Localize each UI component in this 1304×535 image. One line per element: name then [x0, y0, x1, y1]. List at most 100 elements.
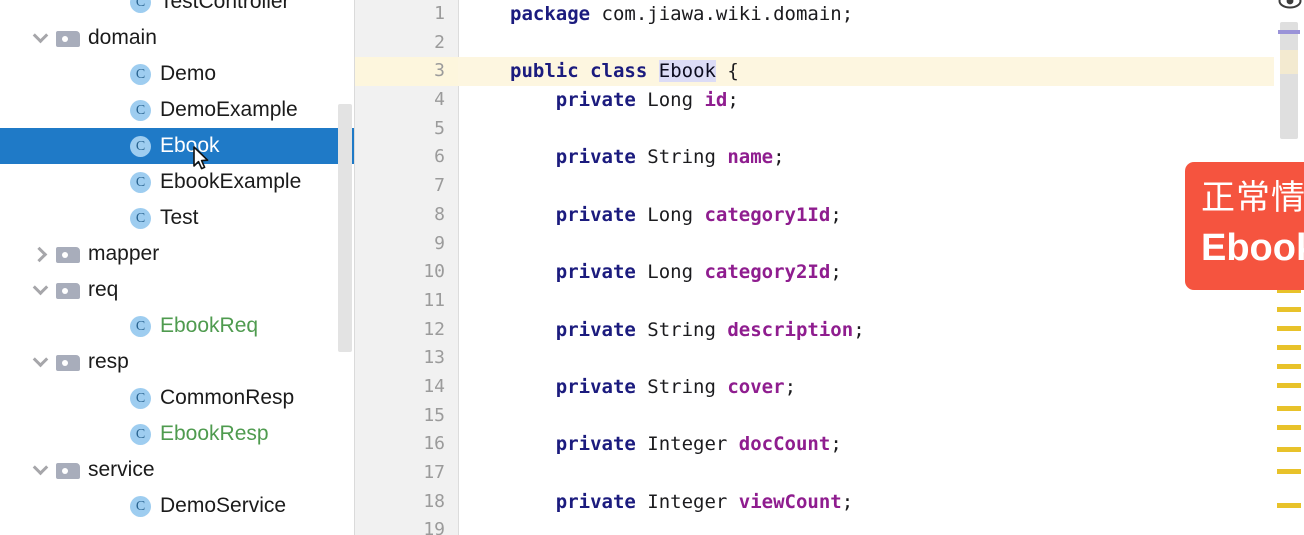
annotation-line-1: 正常情况: [1201, 178, 1304, 218]
chevron-placeholder: [102, 488, 128, 524]
warning-marker[interactable]: [1277, 383, 1301, 388]
code-line-9[interactable]: 9: [355, 230, 1304, 259]
chevron-right-icon[interactable]: [28, 236, 54, 272]
warning-marker[interactable]: [1277, 447, 1301, 452]
warning-marker[interactable]: [1277, 425, 1301, 430]
line-number: 15: [423, 404, 445, 426]
tree-row-ebookresp[interactable]: C EbookResp: [0, 416, 355, 452]
annotation-line-2: EbookResp=Ebook: [1201, 227, 1304, 269]
code-line-6[interactable]: 6 private String name;: [355, 143, 1304, 172]
line-text[interactable]: private String name;: [458, 143, 1304, 172]
code-content[interactable]: 1 package com.jiawa.wiki.domain; 2 3 public …: [355, 0, 1304, 535]
code-token: category1Id: [704, 203, 831, 226]
line-text[interactable]: [458, 230, 1304, 259]
chevron-down-icon[interactable]: [28, 272, 54, 308]
java-class-icon: C: [128, 200, 156, 236]
code-token: String: [635, 146, 728, 169]
code-line-5[interactable]: 5: [355, 115, 1304, 144]
line-text[interactable]: private String description;: [458, 316, 1304, 345]
line-text[interactable]: [458, 29, 1304, 58]
warning-marker[interactable]: [1277, 307, 1301, 312]
tree-row-ebookreq[interactable]: C EbookReq: [0, 308, 355, 344]
java-class-icon: C: [128, 0, 156, 20]
annotation-callout: 正常情况 EbookResp=Ebook: [1185, 162, 1304, 290]
tree-row-demo[interactable]: C Demo: [0, 56, 355, 92]
code-token: private: [555, 318, 636, 341]
line-text[interactable]: [458, 115, 1304, 144]
warning-marker[interactable]: [1277, 326, 1301, 331]
code-line-1[interactable]: 1 package com.jiawa.wiki.domain;: [355, 0, 1304, 29]
line-text[interactable]: [458, 172, 1304, 201]
line-text[interactable]: private Integer viewCount;: [458, 488, 1304, 517]
code-line-3[interactable]: 3 public class Ebook {: [355, 57, 1304, 87]
code-line-14[interactable]: 14 private String cover;: [355, 373, 1304, 402]
line-text[interactable]: package com.jiawa.wiki.domain;: [458, 0, 1304, 29]
java-class-icon: C: [128, 128, 156, 164]
code-token: private: [555, 146, 636, 169]
code-editor[interactable]: 1 package com.jiawa.wiki.domain; 2 3 public …: [355, 0, 1304, 535]
line-text[interactable]: [458, 516, 1304, 535]
tree-row-service[interactable]: service: [0, 452, 355, 488]
code-line-15[interactable]: 15: [355, 402, 1304, 431]
code-token: String: [635, 318, 728, 341]
tree-row-req[interactable]: req: [0, 272, 355, 308]
code-line-11[interactable]: 11: [355, 287, 1304, 316]
line-number: 12: [423, 318, 445, 340]
warning-marker[interactable]: [1277, 503, 1301, 508]
java-class-icon: C: [128, 92, 156, 128]
line-text[interactable]: [458, 287, 1304, 316]
project-tree[interactable]: C TestController domain C Demo C DemoExample C E…: [0, 0, 355, 524]
code-line-19[interactable]: 19: [355, 516, 1304, 535]
chevron-down-icon[interactable]: [28, 20, 54, 56]
code-token: {: [715, 60, 739, 83]
tree-row-ebookexample[interactable]: C EbookExample: [0, 164, 355, 200]
warning-marker[interactable]: [1277, 406, 1301, 411]
code-token: Integer: [635, 433, 739, 456]
project-tree-panel[interactable]: C TestController domain C Demo C DemoExample C E…: [0, 0, 355, 535]
tree-row-label: Test: [160, 206, 199, 229]
line-text[interactable]: [458, 344, 1304, 373]
code-line-10[interactable]: 10 private Long category2Id;: [355, 258, 1304, 287]
tree-row-mapper[interactable]: mapper: [0, 236, 355, 272]
warning-marker[interactable]: [1277, 364, 1301, 369]
code-line-8[interactable]: 8 private Long category1Id;: [355, 201, 1304, 230]
code-line-16[interactable]: 16 private Integer docCount;: [355, 430, 1304, 459]
code-token: ;: [773, 146, 785, 169]
tree-row-demoservice[interactable]: C DemoService: [0, 488, 355, 524]
line-text[interactable]: [458, 459, 1304, 488]
line-text[interactable]: public class Ebook {: [458, 57, 1304, 87]
line-text[interactable]: private Long id;: [458, 86, 1304, 115]
warning-marker[interactable]: [1277, 469, 1301, 474]
tree-row-label: domain: [88, 26, 157, 49]
warning-marker[interactable]: [1277, 345, 1301, 350]
code-line-7[interactable]: 7: [355, 172, 1304, 201]
code-line-13[interactable]: 13: [355, 344, 1304, 373]
line-text[interactable]: private Integer docCount;: [458, 430, 1304, 459]
line-text[interactable]: private Long category2Id;: [458, 258, 1304, 287]
tree-row-test[interactable]: C Test: [0, 200, 355, 236]
package-icon: [54, 20, 84, 56]
line-text[interactable]: private Long category1Id;: [458, 201, 1304, 230]
chevron-down-icon[interactable]: [28, 344, 54, 380]
tree-row-domain[interactable]: domain: [0, 20, 355, 56]
code-line-17[interactable]: 17: [355, 459, 1304, 488]
tree-row-ebook[interactable]: C Ebook: [0, 128, 355, 164]
tree-row-demoexample[interactable]: C DemoExample: [0, 92, 355, 128]
line-text[interactable]: private String cover;: [458, 373, 1304, 402]
code-token: ;: [830, 433, 842, 456]
line-number: 18: [423, 490, 445, 512]
code-line-2[interactable]: 2: [355, 29, 1304, 58]
code-line-12[interactable]: 12 private String description;: [355, 316, 1304, 345]
code-token: private: [555, 89, 636, 112]
tree-row-label: DemoExample: [160, 98, 298, 121]
code-line-18[interactable]: 18 private Integer viewCount;: [355, 488, 1304, 517]
inspection-eye-icon[interactable]: [1278, 0, 1302, 13]
sidebar-scrollbar-thumb[interactable]: [338, 104, 352, 352]
tree-row-resp[interactable]: resp: [0, 344, 355, 380]
chevron-down-icon[interactable]: [28, 452, 54, 488]
line-text[interactable]: [458, 402, 1304, 431]
editor-scrollbar-thumb[interactable]: [1278, 22, 1300, 139]
tree-row-testcontroller[interactable]: C TestController: [0, 0, 355, 20]
tree-row-commonresp[interactable]: C CommonResp: [0, 380, 355, 416]
code-line-4[interactable]: 4 private Long id;: [355, 86, 1304, 115]
